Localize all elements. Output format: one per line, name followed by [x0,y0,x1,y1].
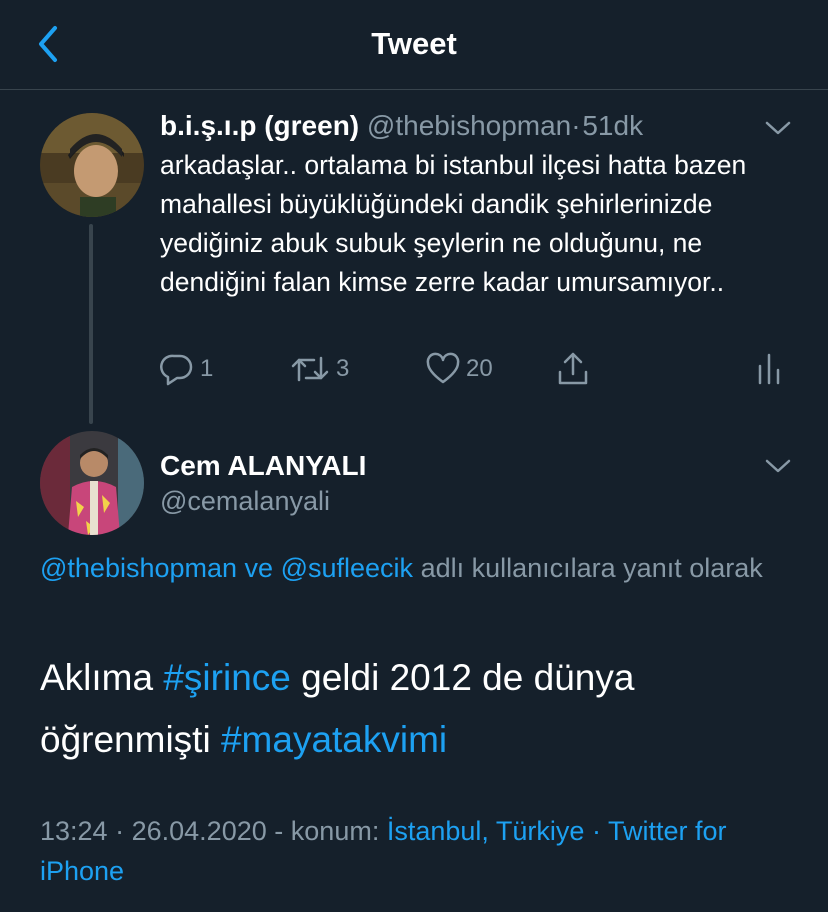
heart-icon [426,352,460,384]
avatar-cemalanyali[interactable] [40,431,144,535]
reply-mention-sufleecik[interactable]: @sufleecik [281,553,413,583]
share-button[interactable] [556,352,590,386]
tweet2-text-part1: Aklıma [40,657,154,698]
tweet-time: 13:24 [40,816,108,846]
retweet-count: 3 [336,355,350,382]
tweet1-header: b.i.ş.ı.p (green) @thebishopman· 51dk [160,110,643,142]
analytics-icon [758,353,780,385]
tweet1-display-name[interactable]: b.i.ş.ı.p (green) [160,110,359,141]
chevron-down-icon[interactable] [764,456,792,476]
thread-connector-line [89,224,93,424]
hashtag-sirince[interactable]: #şirince [163,657,291,698]
tweet2-handle[interactable]: @cemalanyali [160,486,330,517]
tweet1-handle[interactable]: @thebishopman [367,110,571,141]
page-title: Tweet [371,26,457,61]
tweet2-meta: 13:24 · 26.04.2020 - konum: İstanbul, Tü… [40,811,800,891]
hashtag-mayatakvimi[interactable]: #mayatakvimi [221,719,447,760]
reply-context: @thebishopman ve @sufleecik adlı kullanı… [40,548,800,588]
tweet2-text: Aklıma #şirince geldi 2012 de dünya öğre… [40,647,800,771]
reply-button[interactable]: 1 [160,352,213,386]
tweet2-display-name[interactable]: Cem ALANYALI [160,450,366,482]
chevron-down-icon[interactable] [764,118,792,138]
reply-icon [160,354,193,386]
tweet1-time-ago[interactable]: 51dk [582,110,643,141]
reply-and: ve [244,553,274,583]
share-icon [558,352,588,385]
like-button[interactable]: 20 [426,352,493,386]
meta-dot: · [115,816,125,846]
analytics-button[interactable] [756,352,782,386]
tweet1-text: arkadaşlar.. ortalama bi istanbul ilçesi… [160,150,747,297]
meta-dot2: · [591,816,601,846]
location-label: konum: [290,816,380,846]
retweet-icon [291,356,329,382]
location-link[interactable]: İstanbul, Türkiye [387,816,585,846]
retweet-button[interactable]: 3 [290,352,349,386]
tweet-date: 26.04.2020 [131,816,267,846]
reply-suffix: adlı kullanıcılara yanıt olarak [420,553,763,583]
header-bar: Tweet [0,0,828,90]
tweet1-actions: 1 3 20 [160,352,800,392]
meta-dash: - [274,816,284,846]
like-count: 20 [466,355,493,382]
avatar-thebishopman[interactable] [40,113,144,217]
tweet1-separator: · [571,110,581,141]
reply-count: 1 [200,355,214,382]
reply-mention-thebishopman[interactable]: @thebishopman [40,553,237,583]
